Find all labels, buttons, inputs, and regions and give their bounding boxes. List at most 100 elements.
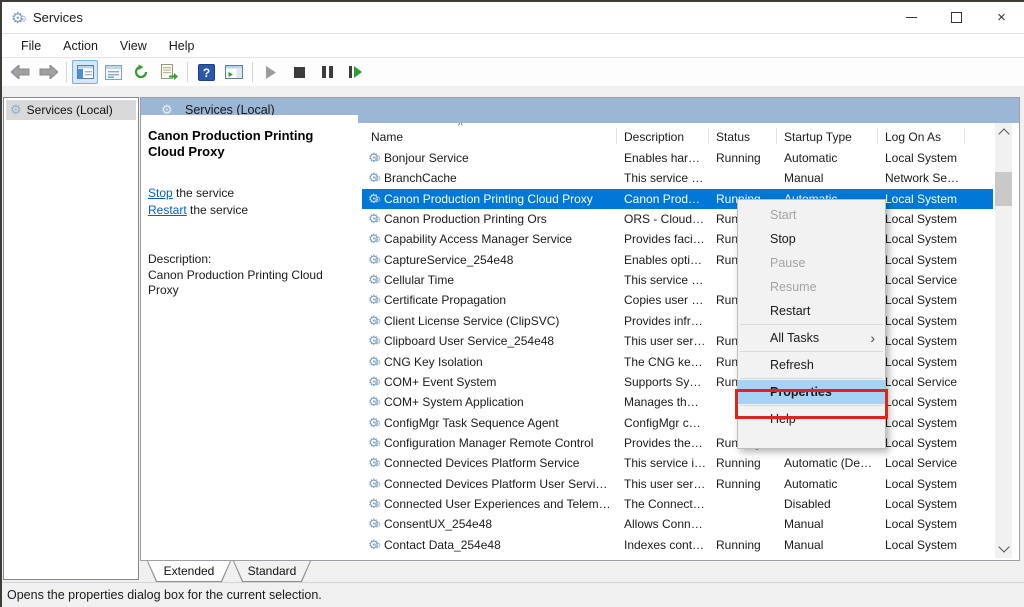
stop-service-button[interactable]: [286, 60, 312, 84]
table-row[interactable]: ⚙Configuration Manager Remote ControlPro…: [362, 433, 993, 453]
help-button[interactable]: ?: [193, 60, 219, 84]
column-divider[interactable]: [616, 128, 617, 144]
table-row[interactable]: ⚙Canon Production Printing Cloud ProxyCa…: [362, 189, 993, 209]
forward-arrow-icon: [39, 65, 58, 79]
context-menu-item-stop[interactable]: Stop: [738, 227, 885, 251]
column-divider[interactable]: [877, 128, 878, 144]
list-header-row: ^ Name Description Status Startup Type L…: [358, 123, 1012, 148]
cell-logon: Local System: [885, 395, 957, 409]
scrollbar-thumb[interactable]: [995, 172, 1012, 206]
console-tree-pane: ⚙ Services (Local): [3, 97, 139, 580]
service-gear-icon: ⚙: [368, 557, 380, 558]
selected-service-title: Canon Production Printing Cloud Proxy: [148, 128, 348, 161]
vertical-scrollbar[interactable]: [995, 123, 1012, 558]
table-row[interactable]: ⚙Contact Data_254e48Indexes cont…Running…: [362, 535, 993, 555]
table-row[interactable]: ⚙CNG Key IsolationThe CNG ke…RunningLoca…: [362, 352, 993, 372]
column-divider[interactable]: [964, 128, 965, 144]
minimize-icon: [906, 17, 917, 18]
table-row[interactable]: ⚙Cellular TimeThis service …Local Servic…: [362, 270, 993, 290]
restart-service-link[interactable]: Restart: [148, 203, 187, 217]
column-header-status[interactable]: Status: [716, 130, 750, 144]
cell-desc: Canon Prod…: [624, 192, 700, 206]
table-row[interactable]: ⚙Capability Access Manager ServiceProvid…: [362, 229, 993, 249]
cell-status: Running: [716, 538, 761, 552]
tree-item-services-local[interactable]: ⚙ Services (Local): [6, 100, 136, 120]
refresh-button[interactable]: [128, 60, 154, 84]
pause-service-button[interactable]: [314, 60, 340, 84]
minimize-button[interactable]: [889, 2, 934, 33]
services-list-pane: ^ Name Description Status Startup Type L…: [358, 123, 1012, 558]
cell-startup: Manual: [784, 538, 823, 552]
context-menu-item-refresh[interactable]: Refresh: [738, 353, 885, 377]
column-header-description[interactable]: Description: [624, 130, 684, 144]
maximize-button[interactable]: [934, 2, 979, 33]
column-header-startup-type[interactable]: Startup Type: [784, 130, 852, 144]
start-service-button[interactable]: [258, 60, 284, 84]
column-divider[interactable]: [708, 128, 709, 144]
cell-logon: Local System: [885, 232, 957, 246]
stop-service-link[interactable]: Stop: [148, 186, 173, 200]
table-row[interactable]: ⚙Connected User Experiences and Telem…Th…: [362, 494, 993, 514]
annotation-properties-highlight-box: [735, 389, 888, 419]
table-row[interactable]: ⚙Client License Service (ClipSVC)Provide…: [362, 311, 993, 331]
context-menu-item-restart[interactable]: Restart: [738, 299, 885, 323]
close-button[interactable]: ×: [979, 2, 1024, 33]
export-list-button[interactable]: [156, 60, 182, 84]
table-row[interactable]: ⚙ConsentUX_254e48Allows Conn…ManualLocal…: [362, 514, 993, 534]
cell-name: Clipboard User Service_254e48: [384, 334, 554, 348]
menu-action[interactable]: Action: [52, 36, 109, 56]
table-row[interactable]: ⚙COM+ System ApplicationManages th…Local…: [362, 392, 993, 412]
stop-service-line: Stop the service: [148, 185, 350, 202]
column-divider[interactable]: [776, 128, 777, 144]
properties-button[interactable]: [100, 60, 126, 84]
menu-file[interactable]: File: [10, 36, 52, 56]
tab-standard[interactable]: Standard: [233, 561, 311, 582]
column-header-log-on-as[interactable]: Log On As: [885, 130, 941, 144]
service-gear-icon: ⚙: [368, 231, 380, 247]
cell-desc: Provides infr…: [624, 314, 703, 328]
table-row[interactable]: ⚙Connected Devices Platform User Servi…T…: [362, 474, 993, 494]
tab-extended[interactable]: Extended: [147, 561, 231, 582]
context-menu-item-all-tasks[interactable]: All Tasks ›: [738, 326, 885, 350]
table-row[interactable]: ⚙Canon Production Printing OrsORS - Clou…: [362, 209, 993, 229]
back-button[interactable]: [7, 60, 33, 84]
console-tree-icon: [77, 65, 94, 79]
table-row[interactable]: ⚙BranchCacheThis service …ManualNetwork …: [362, 168, 993, 188]
table-row[interactable]: ⚙Clipboard User Service_254e48This user …: [362, 331, 993, 351]
scroll-up-icon[interactable]: [998, 128, 1009, 139]
submenu-arrow-icon: ›: [870, 330, 875, 346]
table-row[interactable]: ⚙Connected Devices Platform ServiceThis …: [362, 453, 993, 473]
table-row[interactable]: ⚙Bonjour ServiceEnables har…RunningAutom…: [362, 148, 993, 168]
cell-logon: Local System: [885, 334, 957, 348]
scroll-down-icon[interactable]: [998, 541, 1009, 552]
service-gear-icon: ⚙: [368, 496, 380, 512]
table-row[interactable]: ⚙ConfigMgr Task Sequence AgentConfigMgr …: [362, 413, 993, 433]
service-gear-icon: ⚙: [368, 516, 380, 532]
table-row[interactable]: ⚙COM+ Event SystemSupports Sy…RunningLoc…: [362, 372, 993, 392]
service-description-block: Description: Canon Production Printing C…: [148, 252, 350, 299]
cell-logon: Network Se…: [885, 171, 959, 185]
cell-name: ConfigMgr Task Sequence Agent: [384, 416, 559, 430]
cell-logon: Local System: [885, 314, 957, 328]
table-row[interactable]: ⚙Certificate PropagationCopies user …Run…: [362, 290, 993, 310]
show-action-pane-button[interactable]: [221, 60, 247, 84]
table-row[interactable]: ⚙: [362, 555, 993, 558]
cell-desc: This service i…: [624, 456, 706, 470]
menu-view[interactable]: View: [109, 36, 158, 56]
show-console-tree-button[interactable]: [72, 60, 98, 84]
cell-name: Canon Production Printing Cloud Proxy: [384, 192, 593, 206]
cell-logon: Local System: [885, 436, 957, 450]
restart-service-suffix: the service: [187, 203, 248, 217]
forward-button[interactable]: [35, 60, 61, 84]
menu-help[interactable]: Help: [158, 36, 206, 56]
menu-item-label: All Tasks: [770, 331, 819, 345]
menu-item-label: Stop: [770, 232, 796, 246]
cell-desc: Enables opti…: [624, 253, 702, 267]
column-header-name[interactable]: Name: [371, 130, 403, 144]
menu-item-label: Start: [770, 208, 796, 222]
menu-separator: [740, 378, 883, 379]
toolbar-separator: [66, 62, 67, 82]
table-row[interactable]: ⚙CaptureService_254e48Enables opti…Runni…: [362, 250, 993, 270]
menu-separator: [740, 324, 883, 325]
restart-service-button[interactable]: [342, 60, 368, 84]
